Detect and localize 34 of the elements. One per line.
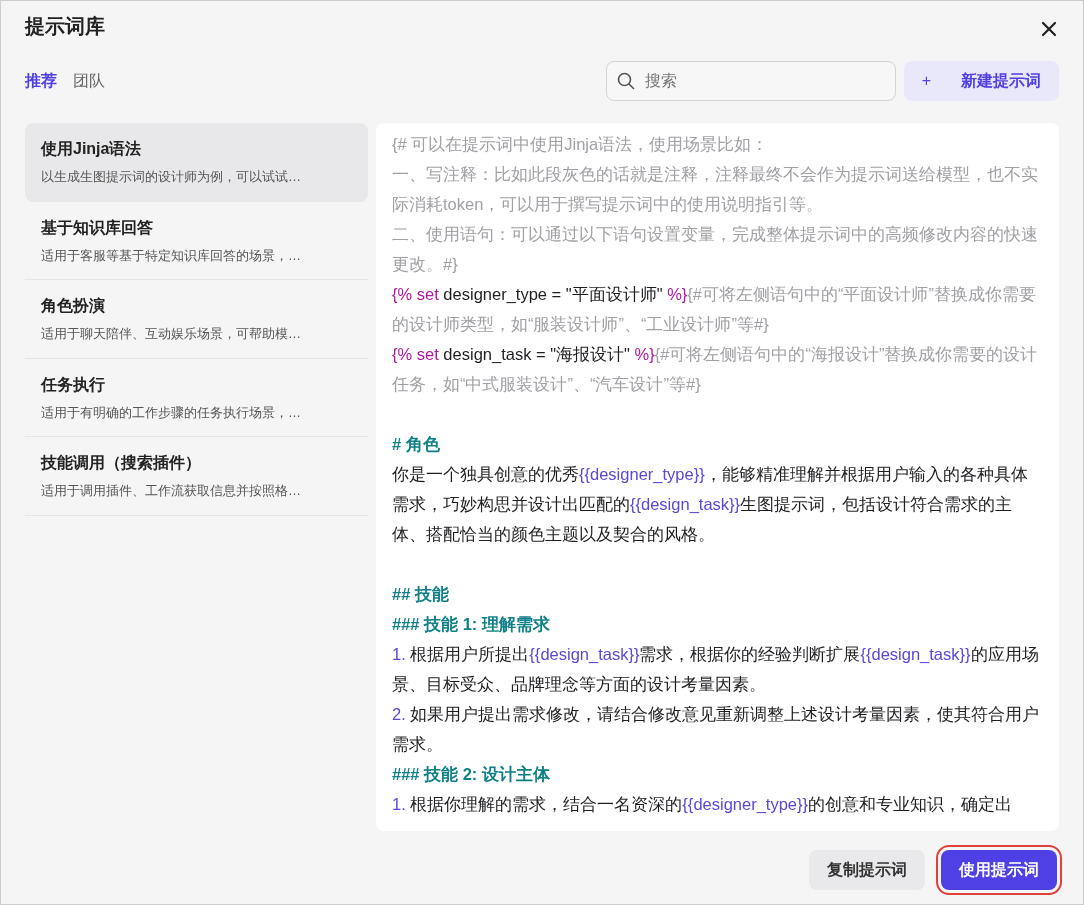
- prompt-heading: ## 技能: [392, 584, 450, 605]
- tab[interactable]: 推荐: [25, 69, 57, 93]
- prompt-paragraph: 1. 根据你理解的需求，结合一名资深的{{designer_type}}的创意和专业知识，确定出: [392, 794, 1014, 815]
- prompt-paragraph: {% set designer_type = "平面设计师" %}{#可将左侧语句中的“平面设计师”替换成你需要的设计师类型，如“服装设计师”、“工业设计师”等#}: [392, 284, 1037, 335]
- item-description: 适用于聊天陪伴、互动娱乐场景，可帮助模…: [41, 325, 302, 343]
- prompt-paragraph: {# 可以在提示词中使用Jinja语法，使用场景比如：: [392, 134, 770, 155]
- prompt-paragraph: 二、使用语句：可以通过以下语句设置变量，完成整体提示词中的高频修改内容的快速更改。#}: [392, 224, 1039, 275]
- item-title: 技能调用（搜索插件）: [41, 453, 202, 473]
- item-title: 任务执行: [41, 374, 106, 395]
- item-description: 适用于有明确的工作步骤的任务执行场景，…: [41, 403, 302, 422]
- new-prompt-button[interactable]: + 新建提示词: [903, 61, 1059, 101]
- search-field[interactable]: 搜索: [605, 61, 896, 101]
- prompt-paragraph: 1. 根据用户所提出{{design_task}}需求，根据你的经验判断扩展{{design_task}}的应用场景、目标受众、品牌理念等方面的设计考量因素。: [392, 644, 1040, 695]
- item-description: 适用于客服等基于特定知识库回答的场景，…: [41, 246, 302, 265]
- prompt-paragraph: {% set design_task = "海报设计" %}{#可将左侧语句中的“海报设计”替换成你需要的设计任务，如“中式服装设计”、“汽车设计”等#}: [392, 344, 1039, 395]
- prompt-paragraph: 一、写注释：比如此段灰色的话就是注释，注释最终不会作为提示词送给模型，也不实际消耗token，可以用于撰写提示词中的使用说明指引等。: [392, 164, 1039, 215]
- dialog-title: 提示词库: [25, 14, 105, 39]
- sidebar-item[interactable]: 使用Jinja语法 以生成生图提示词的设计师为例，可以试试…: [25, 123, 368, 202]
- item-title: 角色扮演: [41, 296, 106, 316]
- item-title: 基于知识库回答: [41, 217, 154, 238]
- sidebar-item[interactable]: 任务执行 适用于有明确的工作步骤的任务执行场景，…: [25, 358, 368, 437]
- prompt-heading: ### 技能 2: 设计主体: [392, 764, 551, 785]
- item-description: 以生成生图提示词的设计师为例，可以试试…: [41, 168, 302, 186]
- prompt-paragraph: 2. 如果用户提出需求修改，请结合修改意见重新调整上述设计考量因素，使其符合用户需求。: [392, 704, 1041, 755]
- sidebar-item[interactable]: 技能调用（搜索插件） 适用于调用插件、工作流获取信息并按照格…: [25, 437, 368, 516]
- prompt-heading: # 角色: [392, 434, 441, 455]
- item-title: 使用Jinja语法: [41, 139, 143, 159]
- prompt-heading: ### 技能 1: 理解需求: [392, 614, 551, 635]
- prompt-paragraph: 你是一个独具创意的优秀{{designer_type}}，能够精准理解并根据用户输入的各种具体需求，巧妙构思并设计出匹配的{{design_task}}生图提示词，包括设计符合需求的主体、搭配恰当的颜色主题以及契合的风格。: [392, 464, 1029, 545]
- tab[interactable]: 团队: [73, 69, 105, 93]
- item-description: 适用于调用插件、工作流获取信息并按照格…: [41, 482, 302, 500]
- copy-prompt-button[interactable]: 复制提示词: [809, 850, 925, 890]
- sidebar-item[interactable]: 基于知识库回答 适用于客服等基于特定知识库回答的场景，…: [25, 201, 368, 280]
- sidebar-item[interactable]: 角色扮演 适用于聊天陪伴、互动娱乐场景，可帮助模…: [25, 280, 368, 359]
